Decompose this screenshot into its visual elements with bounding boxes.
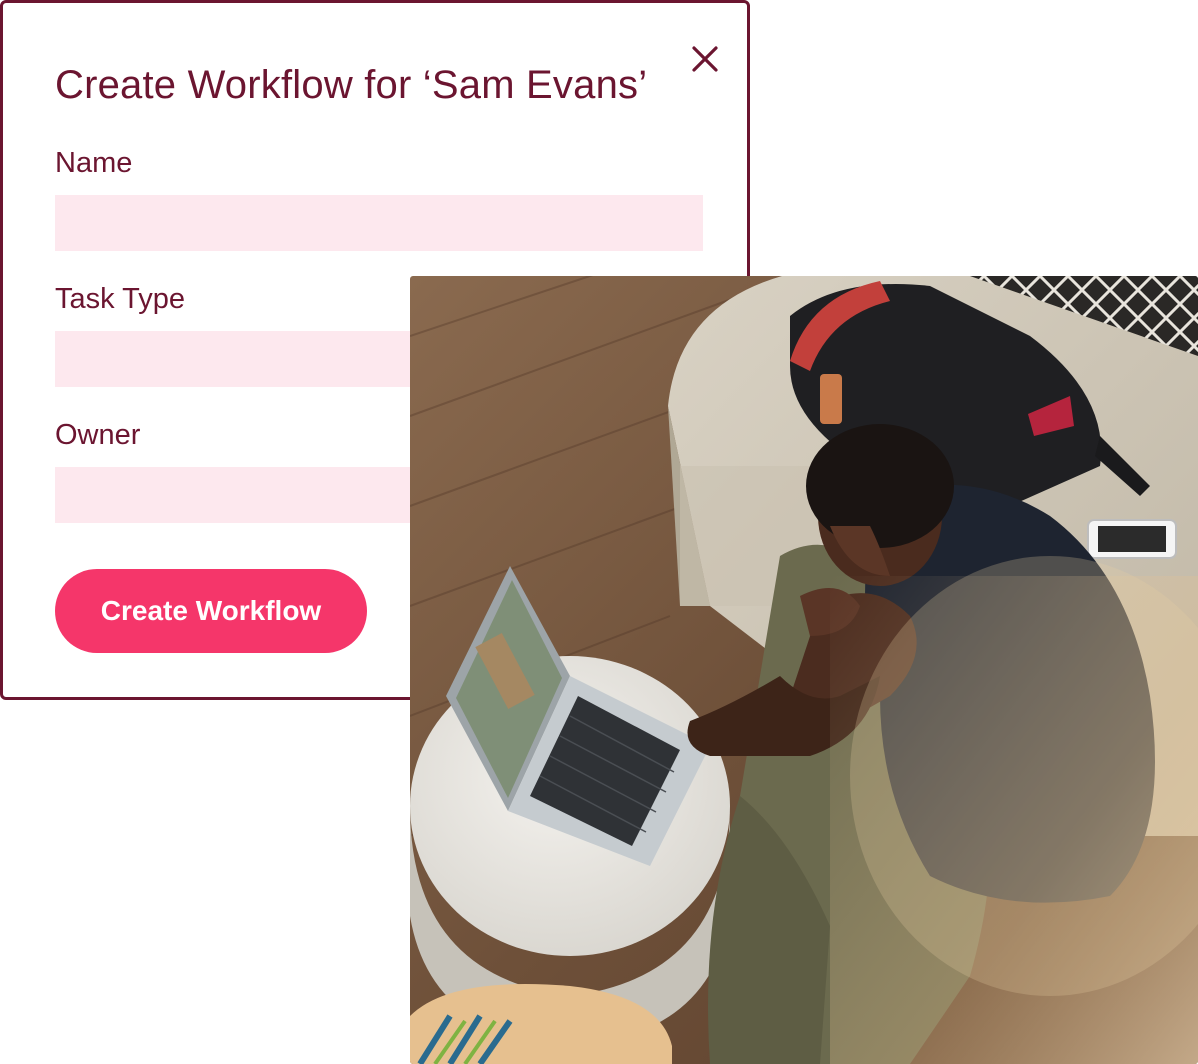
stage: Create Workflow for ‘Sam Evans’ Name Tas… bbox=[0, 0, 1198, 1064]
hero-photo bbox=[410, 276, 1198, 1064]
close-button[interactable] bbox=[687, 41, 723, 77]
owner-label: Owner bbox=[55, 419, 141, 451]
create-workflow-button[interactable]: Create Workflow bbox=[55, 569, 367, 653]
person-with-laptop-illustration bbox=[410, 276, 1198, 1064]
task-type-label: Task Type bbox=[55, 283, 186, 315]
close-icon bbox=[692, 46, 718, 72]
name-input[interactable] bbox=[55, 195, 703, 251]
name-label: Name bbox=[55, 147, 133, 179]
dialog-title: Create Workflow for ‘Sam Evans’ bbox=[55, 63, 648, 107]
